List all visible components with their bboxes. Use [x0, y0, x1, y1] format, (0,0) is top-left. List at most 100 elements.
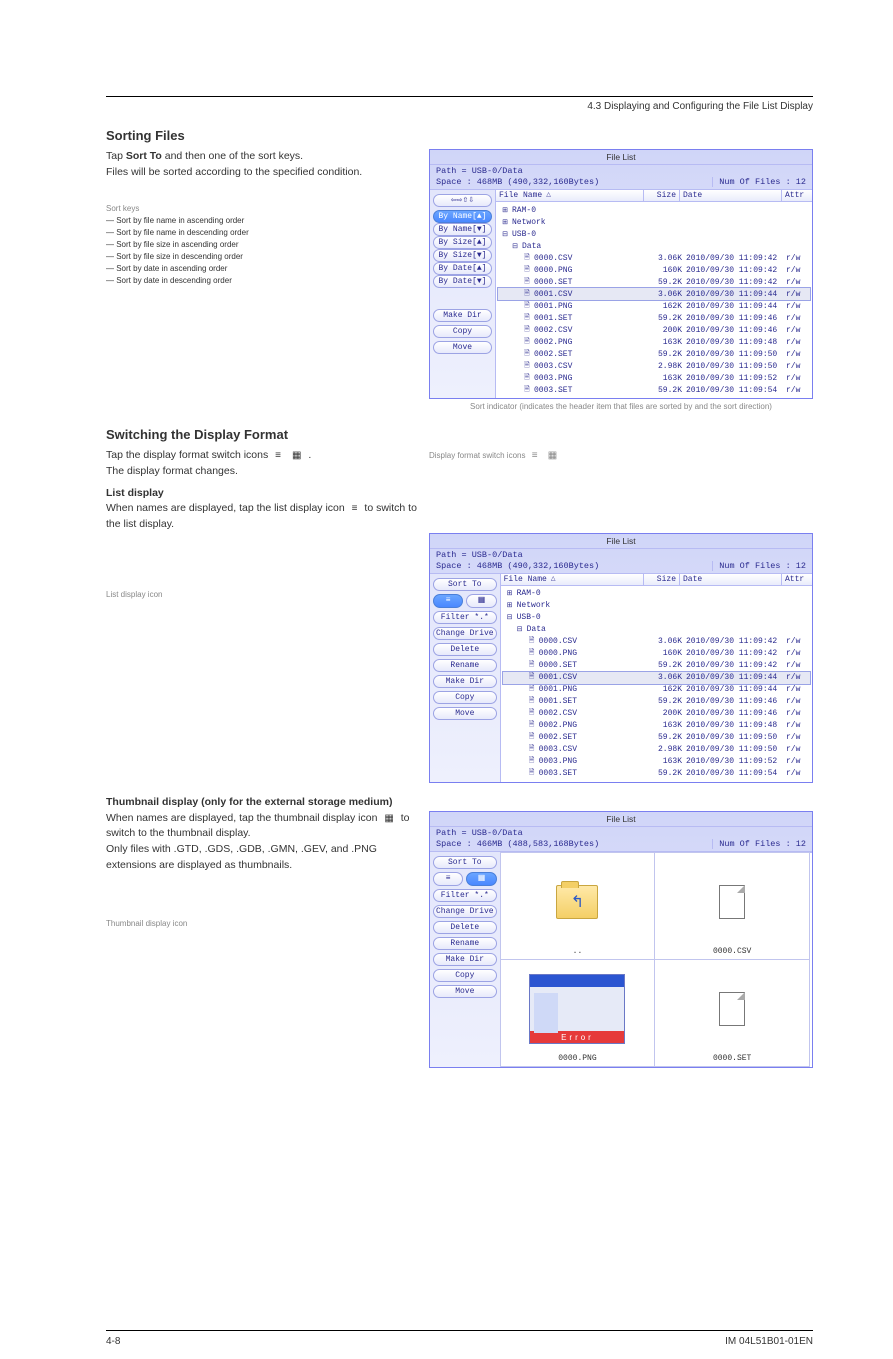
tree-file[interactable]: 🗎0003.SET59.2K2010/09/30 11:09:54r/w	[498, 384, 810, 396]
file-list-panel-thumb: File List Path = USB-0/Data Space : 466M…	[429, 811, 813, 1068]
op-button[interactable]: Rename	[433, 659, 497, 672]
thumb-file-png[interactable]: Error 0000.PNG	[500, 959, 656, 1067]
op-button[interactable]: Change Drive	[433, 905, 497, 918]
document-icon	[719, 885, 745, 919]
sort-button[interactable]: By Date[▲]	[433, 262, 492, 275]
op-button[interactable]: Change Drive	[433, 627, 497, 640]
sortkeys-marker: Sort keys	[106, 203, 417, 215]
op-button[interactable]: Delete	[433, 643, 497, 656]
panel-sidebar: Sort To ≡▦ Filter *.* Change Drive Delete Ren…	[430, 852, 501, 1067]
op-button[interactable]: Copy	[433, 691, 497, 704]
tree-file[interactable]: 🗎0000.PNG160K2010/09/30 11:09:42r/w	[498, 264, 810, 276]
tree-folder[interactable]: ⊟Data	[498, 240, 810, 252]
thumb-file-set[interactable]: 0000.SET	[654, 959, 810, 1067]
sortkey-legend-row: By Name[▲]— Sort by file name in ascendi…	[106, 215, 417, 227]
tree-drive[interactable]: ⊟USB-0	[503, 612, 810, 624]
header-attr[interactable]: Attr	[782, 190, 812, 201]
thumb-display-filter-note: Only files with .GTD, .GDS, .GDB, .GMN, …	[106, 842, 417, 874]
header-date[interactable]: Date	[680, 574, 782, 585]
op-button[interactable]: Copy	[433, 325, 492, 338]
op-button[interactable]: Filter *.*	[433, 611, 497, 624]
switch-instr-2: The display format changes.	[106, 464, 417, 480]
sort-button[interactable]: By Size[▲]	[433, 236, 492, 249]
tree-drive[interactable]: ⊞Network	[503, 600, 810, 612]
file-list-panel-list: File List Path = USB-0/Data Space : 468M…	[429, 533, 813, 783]
panel-numfiles: Num Of Files : 12	[712, 177, 806, 187]
list-view-button[interactable]: ≡	[433, 872, 463, 886]
thumbnail-grid[interactable]: ↰ .. 0000.CSV Error 0000.PNG	[501, 852, 812, 1067]
tree-file[interactable]: 🗎0002.CSV200K2010/09/30 11:09:46r/w	[503, 708, 810, 720]
tree-file[interactable]: 🗎0002.SET59.2K2010/09/30 11:09:50r/w	[503, 732, 810, 744]
thumbnail-view-button[interactable]: ▦	[466, 594, 496, 608]
list-view-button[interactable]: ≡	[433, 594, 463, 608]
op-button[interactable]: Sort To	[433, 856, 497, 869]
header-size[interactable]: Size	[644, 190, 680, 201]
tree-file[interactable]: 🗎0003.PNG163K2010/09/30 11:09:52r/w	[498, 372, 810, 384]
tree-drive[interactable]: ⊞Network	[498, 216, 810, 228]
panel-space: Space : 466MB (488,583,168Bytes)	[436, 839, 712, 849]
tree-file[interactable]: 🗎0000.SET59.2K2010/09/30 11:09:42r/w	[503, 660, 810, 672]
file-headers[interactable]: File Name△ Size Date Attr	[496, 190, 812, 202]
grid-icon-cap: ▦	[548, 450, 557, 461]
panel-title: File List	[430, 150, 812, 165]
sort-button[interactable]: By Size[▼]	[433, 249, 492, 262]
thumb-caption: 0000.PNG	[558, 1054, 596, 1063]
op-button[interactable]: Make Dir	[433, 953, 497, 966]
tree-file[interactable]: 🗎0003.CSV2.98K2010/09/30 11:09:50r/w	[498, 360, 810, 372]
tree-file[interactable]: 🗎0001.PNG162K2010/09/30 11:09:44r/w	[498, 300, 810, 312]
header-attr[interactable]: Attr	[782, 574, 812, 585]
op-button[interactable]: Copy	[433, 969, 497, 982]
op-button[interactable]: Sort To	[433, 578, 497, 591]
op-button[interactable]: Filter *.*	[433, 889, 497, 902]
header-name[interactable]: File Name△	[501, 574, 644, 585]
sort-button[interactable]: By Name[▲]	[433, 210, 492, 223]
thumb-up-folder[interactable]: ↰ ..	[500, 852, 656, 960]
tree-drive[interactable]: ⊟USB-0	[498, 228, 810, 240]
panel-space: Space : 468MB (490,332,160Bytes)	[436, 561, 712, 571]
op-button[interactable]: Move	[433, 341, 492, 354]
header-name[interactable]: File Name△	[496, 190, 644, 201]
tree-file[interactable]: 🗎0002.CSV200K2010/09/30 11:09:46r/w	[498, 324, 810, 336]
tree-file[interactable]: 🗎0002.PNG163K2010/09/30 11:09:48r/w	[498, 336, 810, 348]
tree-file[interactable]: 🗎0000.PNG160K2010/09/30 11:09:42r/w	[503, 648, 810, 660]
switch-instr-1: Tap the display format switch icons ≡ ▦ …	[106, 448, 417, 464]
tree-file[interactable]: 🗎0001.SET59.2K2010/09/30 11:09:46r/w	[498, 312, 810, 324]
header-size[interactable]: Size	[644, 574, 680, 585]
list-icon-cap: ≡	[532, 450, 538, 461]
footer-right: IM 04L51B01-01EN	[725, 1334, 813, 1349]
tree-file[interactable]: 🗎0003.CSV2.98K2010/09/30 11:09:50r/w	[503, 744, 810, 756]
thumb-file-csv[interactable]: 0000.CSV	[654, 852, 810, 960]
tree-file[interactable]: 🗎0002.PNG163K2010/09/30 11:09:48r/w	[503, 720, 810, 732]
op-button[interactable]: Delete	[433, 921, 497, 934]
op-button[interactable]: Rename	[433, 937, 497, 950]
op-button[interactable]: Move	[433, 985, 497, 998]
sorting-files-heading: Sorting Files	[106, 128, 813, 143]
footer-left: 4-8	[106, 1334, 120, 1349]
thumbnail-view-button[interactable]: ▦	[466, 872, 496, 886]
tree-file[interactable]: 🗎0001.CSV3.06K2010/09/30 11:09:44r/w	[498, 288, 810, 300]
tree-file[interactable]: 🗎0000.CSV3.06K2010/09/30 11:09:42r/w	[503, 636, 810, 648]
tree-file[interactable]: 🗎0002.SET59.2K2010/09/30 11:09:50r/w	[498, 348, 810, 360]
tree-file[interactable]: 🗎0001.SET59.2K2010/09/30 11:09:46r/w	[503, 696, 810, 708]
tree-file[interactable]: 🗎0000.CSV3.06K2010/09/30 11:09:42r/w	[498, 252, 810, 264]
op-button[interactable]: Make Dir	[433, 309, 492, 322]
tree-file[interactable]: 🗎0003.SET59.2K2010/09/30 11:09:54r/w	[503, 768, 810, 780]
sort-button[interactable]: By Name[▼]	[433, 223, 492, 236]
tree-file[interactable]: 🗎0000.SET59.2K2010/09/30 11:09:42r/w	[498, 276, 810, 288]
sort-button[interactable]: By Date[▼]	[433, 275, 492, 288]
file-tree[interactable]: ⊞RAM-0⊞Network⊟USB-0⊟Data🗎0000.CSV3.06K2…	[501, 586, 812, 782]
op-button[interactable]: Make Dir	[433, 675, 497, 688]
header-date[interactable]: Date	[680, 190, 782, 201]
panel-numfiles: Num Of Files : 12	[712, 839, 806, 849]
op-button[interactable]: Move	[433, 707, 497, 720]
file-tree[interactable]: ⊞RAM-0⊞Network⊟USB-0⊟Data🗎0000.CSV3.06K2…	[496, 202, 812, 398]
nav-arrows-button[interactable]: ⇦⇨⇧⇩	[433, 194, 492, 207]
tree-folder[interactable]: ⊟Data	[503, 624, 810, 636]
tree-drive[interactable]: ⊞RAM-0	[503, 588, 810, 600]
switch-icons-caption: Display format switch icons ≡ ▦	[429, 448, 813, 463]
tree-file[interactable]: 🗎0001.CSV3.06K2010/09/30 11:09:44r/w	[503, 672, 810, 684]
tree-file[interactable]: 🗎0001.PNG162K2010/09/30 11:09:44r/w	[503, 684, 810, 696]
tree-drive[interactable]: ⊞RAM-0	[498, 204, 810, 216]
tree-file[interactable]: 🗎0003.PNG163K2010/09/30 11:09:52r/w	[503, 756, 810, 768]
file-headers[interactable]: File Name△ Size Date Attr	[501, 574, 812, 586]
